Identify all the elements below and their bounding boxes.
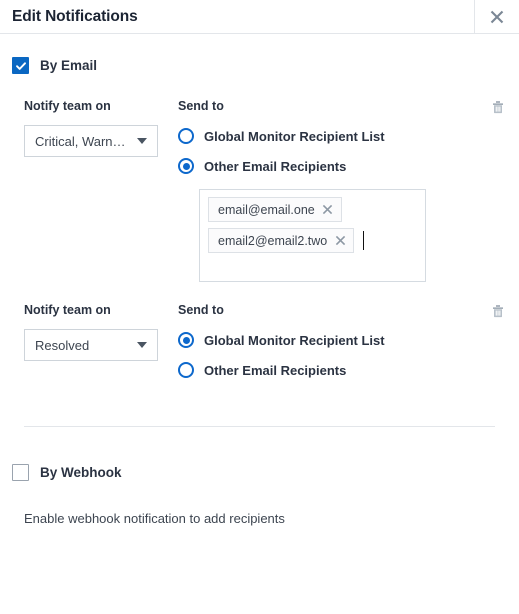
recipient-chip[interactable]: email@email.one — [208, 197, 342, 222]
chevron-down-icon — [137, 138, 147, 144]
send-to-column-2: Send to Global Monitor Recipient List Ot… — [178, 302, 507, 385]
by-webhook-checkbox-row[interactable]: By Webhook — [12, 464, 507, 481]
close-icon — [335, 235, 345, 246]
by-email-checkbox[interactable] — [12, 57, 29, 74]
notify-team-label-2: Notify team on — [24, 303, 111, 317]
send-to-radio-group-1: Global Monitor Recipient List Other Emai… — [178, 121, 507, 181]
chip-line: email2@email2.two — [208, 228, 417, 259]
notification-group-1: Notify team on Critical, Warn… Send to G… — [12, 98, 507, 282]
recipient-email: email@email.one — [218, 202, 315, 217]
recipient-email: email2@email2.two — [218, 233, 328, 248]
close-icon — [323, 204, 333, 215]
send-to-column-1: Send to Global Monitor Recipient List Ot… — [178, 98, 507, 282]
radio-global-monitor-recipient-list-2[interactable]: Global Monitor Recipient List — [178, 325, 507, 355]
notify-team-column-1: Notify team on Critical, Warn… — [12, 98, 178, 157]
radio-label: Other Email Recipients — [204, 362, 347, 378]
notify-team-select-value-2: Resolved — [35, 337, 90, 353]
trash-icon — [493, 101, 503, 114]
page-title: Edit Notifications — [12, 7, 138, 25]
radio-label: Other Email Recipients — [204, 158, 347, 174]
notify-team-select-1[interactable]: Critical, Warn… — [24, 125, 158, 157]
by-email-label: By Email — [40, 58, 98, 73]
remove-recipient-button[interactable] — [322, 204, 334, 216]
chip-line: email@email.one — [208, 197, 417, 228]
trash-icon — [493, 305, 503, 318]
check-icon — [15, 60, 27, 72]
notify-team-label-1: Notify team on — [24, 99, 111, 113]
close-button[interactable] — [474, 0, 519, 33]
section-divider — [24, 426, 495, 427]
radio-icon[interactable] — [178, 158, 194, 174]
notify-team-select-2[interactable]: Resolved — [24, 329, 158, 361]
delete-notification-button-2[interactable] — [489, 302, 507, 320]
email-recipients-input[interactable]: email@email.one email2@email2.two — [199, 189, 426, 282]
notify-team-column-2: Notify team on Resolved — [12, 302, 178, 361]
send-to-label-2: Send to — [178, 303, 224, 317]
recipient-chip[interactable]: email2@email2.two — [208, 228, 355, 253]
radio-icon[interactable] — [178, 332, 194, 348]
send-to-label-1: Send to — [178, 99, 224, 113]
radio-other-email-recipients-2[interactable]: Other Email Recipients — [178, 355, 507, 385]
remove-recipient-button[interactable] — [334, 235, 346, 247]
close-icon — [487, 7, 507, 27]
send-to-radio-group-2: Global Monitor Recipient List Other Emai… — [178, 325, 507, 385]
dialog-body: By Email Notify team on Critical, Warn… … — [0, 57, 519, 526]
notification-group-2: Notify team on Resolved Send to Global M… — [12, 302, 507, 385]
radio-icon[interactable] — [178, 362, 194, 378]
radio-global-monitor-recipient-list-1[interactable]: Global Monitor Recipient List — [178, 121, 507, 151]
by-webhook-label: By Webhook — [40, 465, 122, 480]
radio-icon[interactable] — [178, 128, 194, 144]
by-email-checkbox-row[interactable]: By Email — [12, 57, 507, 74]
radio-label: Global Monitor Recipient List — [204, 128, 385, 144]
notify-team-select-value-1: Critical, Warn… — [35, 133, 126, 149]
chevron-down-icon — [137, 342, 147, 348]
dialog-header: Edit Notifications — [0, 0, 519, 34]
radio-label: Global Monitor Recipient List — [204, 332, 385, 348]
radio-other-email-recipients-1[interactable]: Other Email Recipients — [178, 151, 507, 181]
delete-notification-button-1[interactable] — [489, 98, 507, 116]
webhook-help-text: Enable webhook notification to add recip… — [24, 511, 285, 526]
text-cursor — [363, 231, 365, 250]
by-webhook-checkbox[interactable] — [12, 464, 29, 481]
